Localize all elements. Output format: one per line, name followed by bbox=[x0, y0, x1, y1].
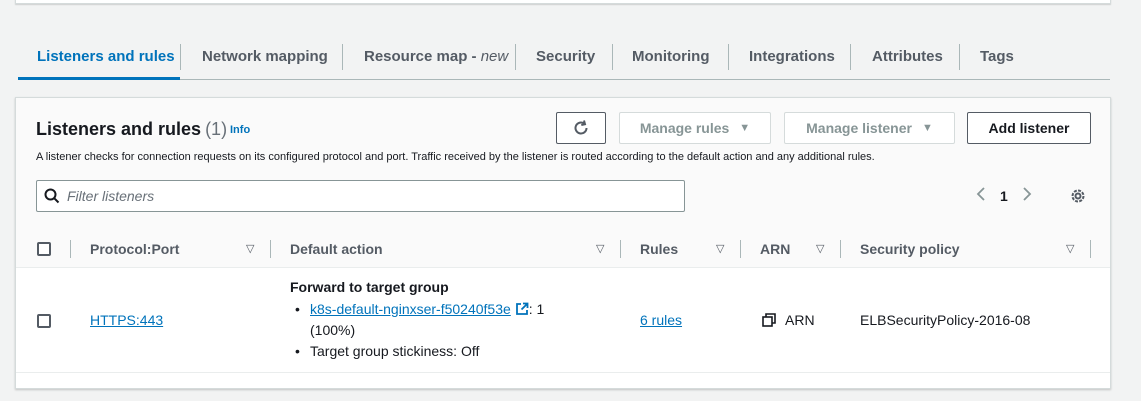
tab-attributes[interactable]: Attributes bbox=[851, 34, 959, 79]
sort-icon[interactable]: ▽ bbox=[1066, 242, 1074, 255]
select-all-checkbox[interactable] bbox=[37, 242, 51, 256]
refresh-icon bbox=[574, 120, 588, 135]
tab-label: Network mapping bbox=[202, 48, 328, 65]
row-checkbox[interactable] bbox=[37, 314, 51, 328]
table-row: HTTPS:443 Forward to target group k8s-de… bbox=[16, 269, 1110, 373]
panel-header: Listeners and rules (1) Info A listener c… bbox=[16, 98, 1110, 230]
search-icon bbox=[37, 188, 67, 204]
column-security-policy[interactable]: Security policy bbox=[860, 230, 960, 268]
tab-label: Tags bbox=[980, 48, 1014, 65]
default-action-cell: Forward to target group k8s-default-ngin… bbox=[290, 279, 600, 362]
filter-box bbox=[36, 180, 685, 212]
arn-text: ARN bbox=[785, 312, 815, 328]
column-protocol-port[interactable]: Protocol:Port bbox=[90, 230, 179, 268]
action-details: k8s-default-nginxser-f50240f53e : 1 (100… bbox=[290, 299, 600, 362]
filter-listeners-input[interactable] bbox=[67, 188, 667, 204]
tab-monitoring[interactable]: Monitoring bbox=[613, 34, 728, 79]
column-rules[interactable]: Rules bbox=[640, 230, 678, 268]
pagination: 1 bbox=[976, 186, 1032, 205]
refresh-button[interactable] bbox=[556, 112, 606, 144]
column-divider bbox=[70, 240, 71, 258]
current-page[interactable]: 1 bbox=[1000, 188, 1008, 204]
add-listener-label: Add listener bbox=[988, 120, 1070, 136]
tab-label: Attributes bbox=[872, 48, 943, 65]
sort-icon[interactable]: ▽ bbox=[716, 242, 724, 255]
column-divider bbox=[740, 240, 741, 258]
target-weight-percent: (100%) bbox=[310, 322, 356, 338]
target-group-link[interactable]: k8s-default-nginxser-f50240f53e bbox=[310, 301, 511, 317]
action-title: Forward to target group bbox=[290, 279, 449, 295]
security-policy-value: ELBSecurityPolicy-2016-08 bbox=[860, 312, 1031, 328]
panel-description: A listener checks for connection request… bbox=[36, 151, 875, 163]
tab-label: Monitoring bbox=[632, 48, 710, 65]
column-divider bbox=[840, 240, 841, 258]
tab-label: Listeners and rules bbox=[37, 48, 175, 65]
tab-integrations[interactable]: Integrations bbox=[729, 34, 850, 79]
add-listener-button[interactable]: Add listener bbox=[967, 112, 1091, 144]
copy-icon[interactable] bbox=[762, 313, 776, 327]
sort-icon[interactable]: ▽ bbox=[246, 242, 254, 255]
tab-network-mapping[interactable]: Network mapping bbox=[181, 34, 342, 79]
tab-tags[interactable]: Tags bbox=[960, 34, 1030, 79]
tab-label: Integrations bbox=[749, 48, 835, 65]
new-badge: new bbox=[480, 48, 509, 65]
sort-icon[interactable]: ▽ bbox=[596, 242, 604, 255]
target-weight: : 1 bbox=[528, 301, 545, 317]
tab-label: Security bbox=[536, 48, 596, 65]
panel-title: Listeners and rules (1) bbox=[36, 119, 227, 140]
external-link-icon[interactable] bbox=[515, 302, 529, 316]
manage-rules-button[interactable]: Manage rules ▼ bbox=[619, 112, 771, 144]
caret-down-icon: ▼ bbox=[739, 122, 751, 134]
listeners-panel: Listeners and rules (1) Info A listener c… bbox=[15, 97, 1111, 389]
previous-panel-edge bbox=[15, 0, 1111, 4]
tab-listeners-and-rules[interactable]: Listeners and rules bbox=[18, 34, 180, 80]
rules-link[interactable]: 6 rules bbox=[640, 312, 682, 328]
info-link[interactable]: Info bbox=[230, 124, 250, 136]
column-divider bbox=[270, 240, 271, 258]
manage-rules-label: Manage rules bbox=[639, 120, 730, 136]
tab-security[interactable]: Security bbox=[516, 34, 612, 79]
detail-tabs: Listeners and rules Network mapping Reso… bbox=[18, 34, 1110, 80]
prev-page-icon[interactable] bbox=[976, 186, 986, 205]
manage-listener-label: Manage listener bbox=[806, 120, 912, 136]
arn-cell: ARN bbox=[762, 312, 815, 328]
tab-resource-map[interactable]: Resource map - new bbox=[343, 34, 515, 79]
target-group-item: k8s-default-nginxser-f50240f53e : 1 (100… bbox=[290, 299, 600, 341]
column-divider bbox=[620, 240, 621, 258]
table-header: Protocol:Port ▽ Default action ▽ Rules ▽… bbox=[16, 230, 1110, 268]
gear-icon[interactable] bbox=[1069, 187, 1087, 210]
listener-count: (1) bbox=[205, 119, 228, 139]
manage-listener-button[interactable]: Manage listener ▼ bbox=[784, 112, 955, 144]
column-divider bbox=[1090, 240, 1091, 258]
panel-title-text: Listeners and rules bbox=[36, 119, 202, 139]
listener-link[interactable]: HTTPS:443 bbox=[90, 312, 163, 328]
column-default-action[interactable]: Default action bbox=[290, 230, 383, 268]
stickiness-item: Target group stickiness: Off bbox=[290, 341, 600, 362]
tab-label: Resource map - bbox=[364, 48, 481, 65]
next-page-icon[interactable] bbox=[1022, 186, 1032, 205]
column-arn[interactable]: ARN bbox=[760, 230, 790, 268]
caret-down-icon: ▼ bbox=[921, 122, 933, 134]
sort-icon[interactable]: ▽ bbox=[816, 242, 824, 255]
